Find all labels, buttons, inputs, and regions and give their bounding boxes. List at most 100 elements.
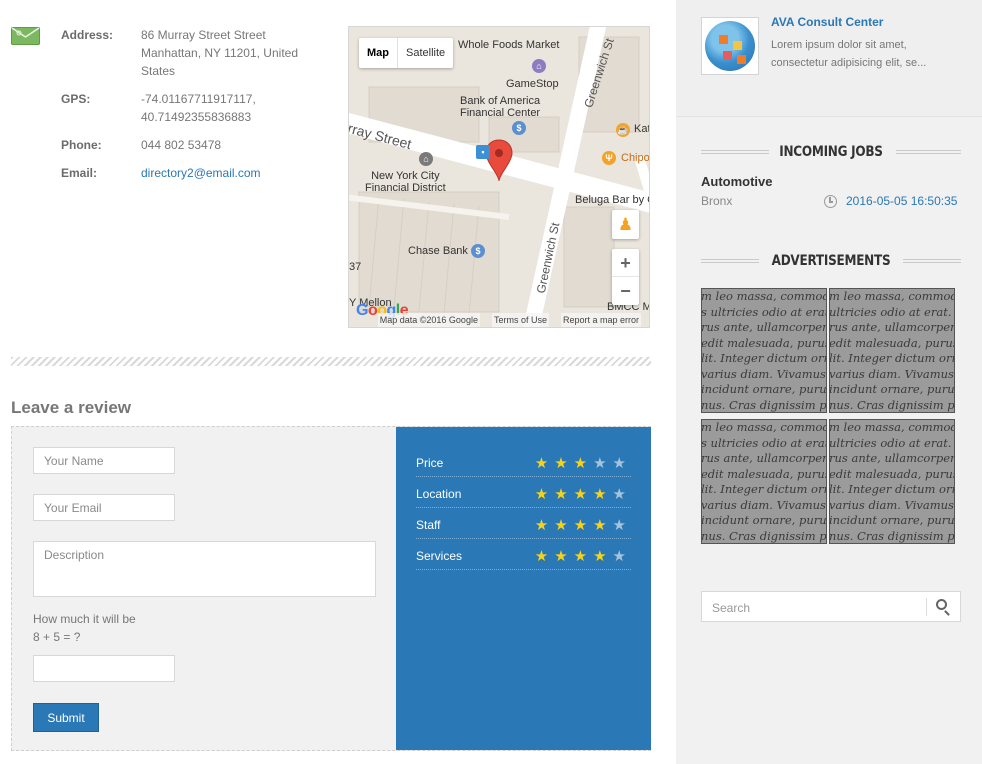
- star-icon[interactable]: ★: [593, 456, 606, 471]
- map-type-map[interactable]: Map: [359, 38, 398, 68]
- map-label-gamestop: GameStop: [506, 78, 559, 90]
- search-icon[interactable]: [936, 599, 947, 610]
- rating-row: Staff ★ ★ ★ ★ ★: [416, 508, 631, 539]
- map-data-attribution: Map data ©2016 Google: [377, 313, 480, 327]
- rating-label: Staff: [416, 518, 441, 532]
- map-label-chipotle: Chipo: [621, 152, 650, 164]
- email-label: Email:: [61, 166, 98, 180]
- sidebar: AVA Consult Center Lorem ipsum dolor sit…: [676, 0, 982, 764]
- captcha-input[interactable]: [33, 655, 175, 682]
- star-icon[interactable]: ★: [535, 549, 548, 564]
- star-icon[interactable]: ★: [613, 518, 626, 533]
- star-icon[interactable]: ★: [574, 549, 587, 564]
- restaurant-icon: Ψ: [602, 151, 616, 165]
- street-view-pegman-icon[interactable]: ♟: [612, 210, 639, 239]
- zoom-control[interactable]: + −: [612, 249, 639, 305]
- bank-icon: $: [512, 121, 526, 135]
- star-icon[interactable]: ★: [574, 487, 587, 502]
- title-rule-right: [903, 259, 961, 263]
- email-row: Email: directory2@email.com: [61, 164, 316, 182]
- star-icon[interactable]: ★: [574, 518, 587, 533]
- captcha-line-2: 8 + 5 = ?: [33, 630, 81, 644]
- star-rating[interactable]: ★ ★ ★ ★ ★: [535, 549, 626, 564]
- email-link[interactable]: directory2@email.com: [141, 164, 316, 182]
- map-label-kat: Kat: [634, 123, 650, 135]
- review-box: Your Name Your Email Description How muc…: [11, 426, 651, 751]
- map-type-satellite[interactable]: Satellite: [398, 38, 453, 68]
- ratings-panel: Price ★ ★ ★ ★ ★ Location ★ ★ ★ ★ ★ Staff ★ ★ ★ ★ ★ Service…: [396, 427, 651, 750]
- star-icon[interactable]: ★: [574, 456, 587, 471]
- rating-row: Services ★ ★ ★ ★ ★: [416, 539, 631, 570]
- ad-text: m leo massa, commodo ultricies odio at e…: [829, 289, 955, 412]
- envelope-icon: [11, 27, 40, 45]
- search-divider: [926, 598, 927, 616]
- ad-banner-3[interactable]: m leo massa, commodo s ultricies odio at…: [701, 419, 827, 544]
- rating-row: Location ★ ★ ★ ★ ★: [416, 477, 631, 508]
- address-row: Address: 86 Murray Street Street Manhatt…: [61, 26, 316, 80]
- ad-banner-4[interactable]: m leo massa, commodo ultricies odio at e…: [829, 419, 955, 544]
- star-icon[interactable]: ★: [593, 487, 606, 502]
- star-icon[interactable]: ★: [613, 456, 626, 471]
- captcha-line-1: How much it will be: [33, 612, 136, 626]
- star-icon[interactable]: ★: [613, 487, 626, 502]
- map-label-whole-foods: Whole Foods Market: [458, 39, 560, 51]
- ad-banner-2[interactable]: m leo massa, commodo ultricies odio at e…: [829, 288, 955, 413]
- map-label-chase: Chase Bank: [408, 245, 468, 257]
- captcha-question: How much it will be 8 + 5 = ?: [33, 610, 136, 646]
- star-icon[interactable]: ★: [593, 518, 606, 533]
- star-icon[interactable]: ★: [554, 518, 567, 533]
- map-label-nyc-financial: New York City Financial District: [365, 170, 446, 194]
- star-icon[interactable]: ★: [593, 549, 606, 564]
- submit-button[interactable]: Submit: [33, 703, 99, 732]
- main-content: Address: 86 Murray Street Street Manhatt…: [0, 0, 676, 764]
- star-icon[interactable]: ★: [554, 549, 567, 564]
- star-rating[interactable]: ★ ★ ★ ★ ★: [535, 487, 626, 502]
- name-input[interactable]: Your Name: [33, 447, 175, 474]
- title-rule-right: [896, 150, 961, 154]
- zoom-out-button[interactable]: −: [612, 277, 639, 305]
- shopping-icon: ⌂: [532, 59, 546, 73]
- star-icon[interactable]: ★: [554, 487, 567, 502]
- map-terms-link[interactable]: Terms of Use: [491, 313, 549, 327]
- promo-thumbnail[interactable]: [701, 17, 759, 75]
- landmark-icon: ⌂: [419, 152, 433, 166]
- promo-title-link[interactable]: AVA Consult Center: [771, 15, 883, 29]
- clock-icon: [824, 195, 837, 208]
- zoom-in-button[interactable]: +: [612, 249, 639, 277]
- job-title-link[interactable]: Automotive: [701, 174, 773, 189]
- map-type-control[interactable]: Map Satellite: [359, 38, 454, 68]
- location-map[interactable]: Map Satellite Whole Foods Market ⌂ GameS…: [348, 26, 650, 328]
- ad-text: m leo massa, commodo s ultricies odio at…: [701, 420, 827, 543]
- promo-widget: AVA Consult Center Lorem ipsum dolor sit…: [676, 0, 982, 117]
- map-label-37: 37: [349, 261, 362, 273]
- section-divider: [11, 357, 651, 366]
- star-rating[interactable]: ★ ★ ★ ★ ★: [535, 456, 626, 471]
- star-icon[interactable]: ★: [535, 518, 548, 533]
- gps-value: -74.01167711917117, 40.71492355836883: [141, 92, 256, 124]
- globe-image: [705, 21, 755, 71]
- rating-label: Services: [416, 549, 463, 563]
- search-box[interactable]: Search: [701, 591, 961, 622]
- promo-text: Lorem ipsum dolor sit amet, consectetur …: [771, 39, 927, 69]
- map-footer: Map data ©2016 Google Terms of Use Repor…: [349, 313, 649, 327]
- phone-label: Phone:: [61, 138, 102, 152]
- search-input[interactable]: Search: [712, 601, 750, 615]
- star-icon[interactable]: ★: [535, 487, 548, 502]
- email-input[interactable]: Your Email: [33, 494, 175, 521]
- rating-list: Price ★ ★ ★ ★ ★ Location ★ ★ ★ ★ ★ Staff ★ ★ ★ ★ ★ Service…: [416, 446, 631, 570]
- review-heading: Leave a review: [11, 398, 132, 417]
- rating-label: Price: [416, 456, 444, 470]
- star-rating[interactable]: ★ ★ ★ ★ ★: [535, 518, 626, 533]
- star-icon[interactable]: ★: [535, 456, 548, 471]
- map-report-link[interactable]: Report a map error: [560, 313, 641, 327]
- ad-banner-1[interactable]: m leo massa, commodo s ultricies odio at…: [701, 288, 827, 413]
- gps-row: GPS: -74.01167711917117, 40.714923558368…: [61, 90, 316, 126]
- rating-row: Price ★ ★ ★ ★ ★: [416, 446, 631, 477]
- star-icon[interactable]: ★: [613, 549, 626, 564]
- bank-icon: $: [471, 244, 485, 258]
- description-textarea[interactable]: Description: [33, 541, 376, 597]
- job-date: 2016-05-05 16:50:35: [846, 194, 958, 208]
- star-icon[interactable]: ★: [554, 456, 567, 471]
- map-label-beluga: Beluga Bar by C: [575, 194, 650, 206]
- address-value: 86 Murray Street Street Manhattan, NY 11…: [141, 28, 298, 78]
